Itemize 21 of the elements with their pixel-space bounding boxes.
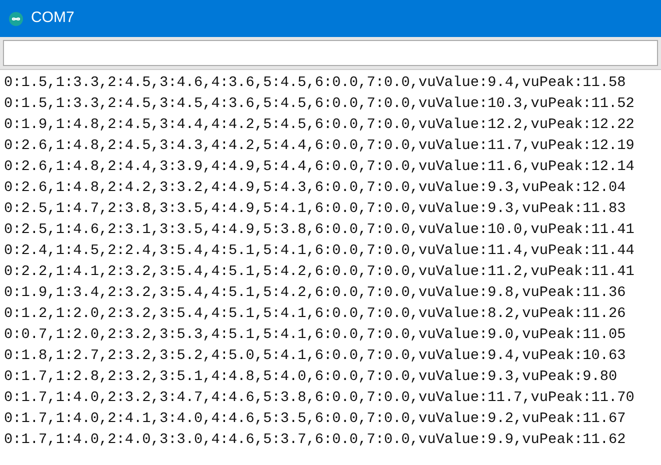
output-line: 0:1.7,1:4.0,2:4.0,3:3.0,4:4.6,5:3.7,6:0.0,7:0.0,vuValue:9.9,vuPeak:11.62 — [4, 431, 627, 450]
input-field[interactable] — [3, 40, 658, 66]
output-line: 0:2.5,1:4.7,2:3.8,3:3.5,4:4.9,5:4.1,6:0.0,7:0.0,vuValue:9.3,vuPeak:11.83 — [4, 200, 627, 219]
output-line: 0:2.6,1:4.8,2:4.2,3:3.2,4:4.9,5:4.3,6:0.0,7:0.0,vuValue:9.3,vuPeak:12.04 — [4, 179, 627, 198]
output-line: 0:2.5,1:4.6,2:3.1,3:3.5,4:4.9,5:3.8,6:0.0,7:0.0,vuValue:10.0,vuPeak:11.41 — [4, 221, 636, 240]
output-line: 0:1.9,1:3.4,2:3.2,3:5.4,4:5.1,5:4.2,6:0.0,7:0.0,vuValue:9.8,vuPeak:11.36 — [4, 284, 627, 303]
output-line: 0:2.2,1:4.1,2:3.2,3:5.4,4:5.1,5:4.2,6:0.0,7:0.0,vuValue:11.2,vuPeak:11.41 — [4, 263, 636, 282]
output-line: 0:1.7,1:4.0,2:4.1,3:4.0,4:4.6,5:3.5,6:0.0,7:0.0,vuValue:9.2,vuPeak:11.67 — [4, 410, 627, 429]
output-line: 0:1.9,1:4.8,2:4.5,3:4.4,4:4.2,5:4.5,6:0.0,7:0.0,vuValue:12.2,vuPeak:12.22 — [4, 116, 636, 135]
output-line: 0:1.2,1:2.0,2:3.2,3:5.4,4:5.1,5:4.1,6:0.0,7:0.0,vuValue:8.2,vuPeak:11.26 — [4, 305, 627, 324]
infinity-logo-icon — [9, 12, 23, 26]
output-line: 0:0.7,1:2.0,2:3.2,3:5.3,4:5.1,5:4.1,6:0.0,7:0.0,vuValue:9.0,vuPeak:11.05 — [4, 326, 627, 345]
output-line: 0:2.6,1:4.8,2:4.5,3:4.3,4:4.2,5:4.4,6:0.0,7:0.0,vuValue:11.7,vuPeak:12.19 — [4, 137, 636, 156]
output-line: 0:2.4,1:4.5,2:2.4,3:5.4,4:5.1,5:4.1,6:0.0,7:0.0,vuValue:11.4,vuPeak:11.44 — [4, 242, 636, 261]
output-line: 0:1.7,1:4.0,2:3.2,3:4.7,4:4.6,5:3.8,6:0.0,7:0.0,vuValue:11.7,vuPeak:11.70 — [4, 389, 636, 408]
window-title: COM7 — [31, 8, 74, 28]
output-line: 0:1.5,1:3.3,2:4.5,3:4.5,4:3.6,5:4.5,6:0.0,7:0.0,vuValue:10.3,vuPeak:11.52 — [4, 95, 636, 114]
output-line: 0:1.7,1:2.8,2:3.2,3:5.1,4:4.8,5:4.0,6:0.0,7:0.0,vuValue:9.3,vuPeak:9.80 — [4, 368, 618, 387]
output-line: 0:1.8,1:2.7,2:3.2,3:5.2,4:5.0,5:4.1,6:0.0,7:0.0,vuValue:9.4,vuPeak:10.63 — [4, 347, 627, 366]
output-line: 0:2.6,1:4.8,2:4.4,3:3.9,4:4.9,5:4.4,6:0.0,7:0.0,vuValue:11.6,vuPeak:12.14 — [4, 158, 636, 177]
output-line: 0:1.5,1:3.3,2:4.5,3:4.6,4:3.6,5:4.5,6:0.0,7:0.0,vuValue:9.4,vuPeak:11.58 — [4, 74, 627, 93]
